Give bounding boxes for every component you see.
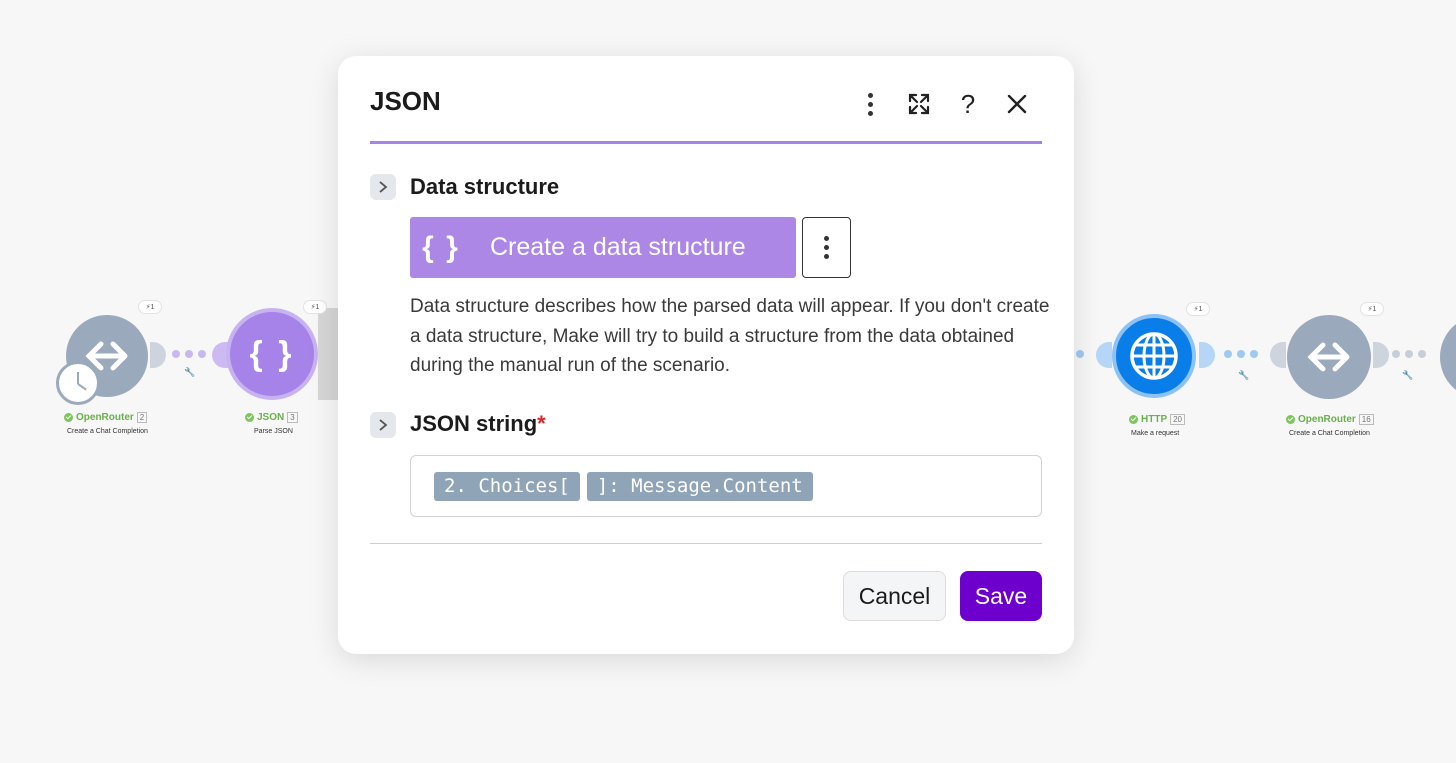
mapped-token[interactable]: 2. Choices[	[434, 471, 580, 501]
wrench-icon[interactable]: 🔧	[1402, 370, 1413, 381]
module-connector	[1199, 342, 1215, 368]
json-string-input[interactable]: 2. Choices[ ]: Message.Content	[410, 455, 1042, 517]
data-structure-toggle[interactable]	[370, 174, 396, 200]
create-data-structure-label: Create a data structure	[490, 233, 746, 261]
help-icon: ?	[960, 88, 976, 119]
connection-dots	[1392, 350, 1426, 358]
data-structure-help-text: Data structure describes how the parsed …	[410, 296, 1050, 376]
connection-dots	[172, 350, 206, 358]
close-icon	[1007, 94, 1027, 114]
chevron-right-icon	[379, 419, 388, 431]
required-mark: *	[537, 411, 546, 436]
next-module-icon[interactable]	[1440, 315, 1456, 399]
mapped-token[interactable]: ]: Message.Content	[586, 471, 813, 501]
connection-dots	[1224, 350, 1258, 358]
operations-badge: ⚡ 1	[303, 300, 327, 314]
module-name: JSON 3	[245, 412, 298, 423]
save-button[interactable]: Save	[960, 571, 1042, 621]
data-structure-more-button[interactable]	[802, 217, 851, 278]
operations-badge: ⚡ 1	[1360, 302, 1384, 316]
chevron-right-icon	[379, 181, 388, 193]
module-subtitle: Make a request	[1131, 430, 1180, 437]
module-connector	[1096, 342, 1112, 368]
dialog-title: JSON	[370, 86, 441, 116]
module-subtitle: Create a Chat Completion	[67, 428, 148, 435]
more-options-button[interactable]	[852, 86, 888, 122]
expand-icon	[908, 93, 930, 115]
schedule-clock-icon[interactable]	[56, 361, 100, 405]
braces-icon: { }	[422, 230, 460, 264]
more-vertical-icon	[867, 92, 873, 116]
wrench-icon[interactable]: 🔧	[1238, 370, 1249, 381]
json-string-label-text: JSON string	[410, 411, 538, 436]
module-connector	[150, 342, 166, 368]
module-connector	[1373, 342, 1389, 368]
close-button[interactable]	[999, 86, 1035, 122]
module-connector	[1270, 342, 1286, 368]
globe-icon	[1130, 332, 1178, 380]
operations-badge: ⚡ 1	[138, 300, 162, 314]
help-button[interactable]: ?	[950, 86, 986, 122]
module-name: OpenRouter 16	[1286, 414, 1374, 425]
check-icon	[64, 413, 73, 422]
check-icon	[1286, 415, 1295, 424]
header-divider	[370, 141, 1042, 144]
module-subtitle: Parse JSON	[254, 428, 293, 435]
operations-badge: ⚡ 1	[1186, 302, 1210, 316]
openrouter-module-icon[interactable]	[1287, 315, 1371, 399]
more-vertical-icon	[824, 236, 829, 259]
module-name: HTTP 20	[1129, 414, 1186, 425]
data-structure-label: Data structure	[410, 174, 560, 199]
footer-divider	[370, 543, 1042, 544]
module-name: OpenRouter 2	[64, 412, 148, 423]
check-icon	[1129, 415, 1138, 424]
cancel-button[interactable]: Cancel	[843, 571, 946, 621]
router-icon	[1307, 342, 1350, 372]
braces-icon: { }	[249, 334, 295, 373]
http-module-icon[interactable]	[1112, 314, 1196, 398]
wrench-icon[interactable]: 🔧	[184, 367, 195, 378]
json-module-icon[interactable]: { }	[226, 308, 318, 400]
connection-dots	[1076, 350, 1084, 358]
create-data-structure-button[interactable]: { } Create a data structure	[410, 217, 796, 278]
json-string-label: JSON string*	[410, 411, 546, 437]
json-module-dialog: JSON ? Data structure { } Create a data …	[338, 56, 1074, 654]
json-string-toggle[interactable]	[370, 412, 396, 438]
check-icon	[245, 413, 254, 422]
expand-button[interactable]	[901, 86, 937, 122]
module-subtitle: Create a Chat Completion	[1289, 430, 1370, 437]
